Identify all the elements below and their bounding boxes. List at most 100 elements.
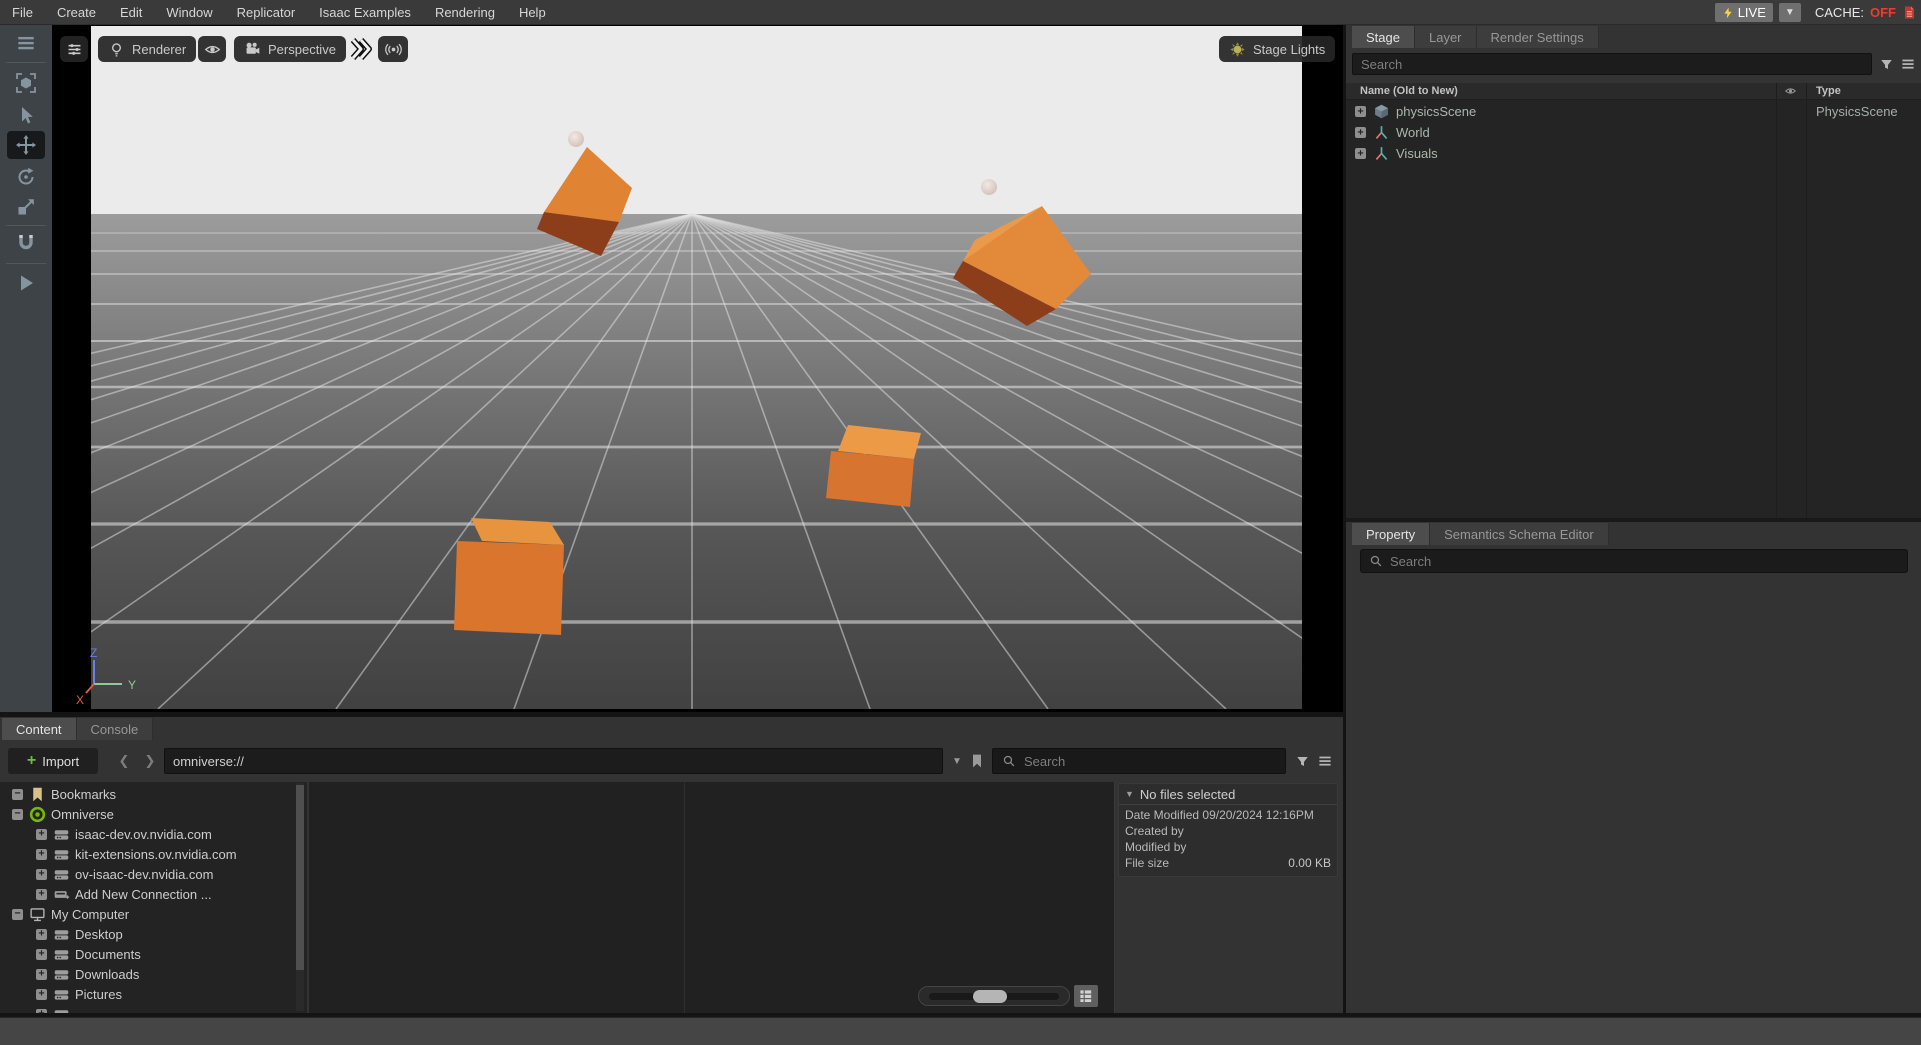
expand-icon[interactable] xyxy=(1355,106,1366,117)
bookmark-path-icon[interactable] xyxy=(969,752,985,770)
content-search-input[interactable] xyxy=(1024,751,1276,771)
computer-icon xyxy=(29,906,46,923)
menu-window[interactable]: Window xyxy=(154,0,224,25)
stage-lights-button[interactable]: Stage Lights xyxy=(1219,36,1335,62)
magnifier-icon xyxy=(1369,554,1383,568)
live-dropdown-button[interactable]: ▼ xyxy=(1779,3,1801,22)
viewport-settings-button[interactable] xyxy=(60,36,88,62)
tree-item-desktop[interactable]: Desktop xyxy=(36,924,123,944)
stage-row-visuals[interactable]: Visuals xyxy=(1346,143,1921,164)
selection-details: ▼ No files selected Date Modified 09/20/… xyxy=(1118,783,1338,877)
menu-isaac-examples[interactable]: Isaac Examples xyxy=(307,0,423,25)
select-tool[interactable] xyxy=(7,101,45,129)
expand-icon[interactable] xyxy=(36,929,47,940)
tree-scrollbar[interactable] xyxy=(296,783,304,1011)
grid-view-button[interactable] xyxy=(1074,985,1098,1007)
thumbnail-size-slider[interactable] xyxy=(918,986,1070,1006)
expand-icon[interactable] xyxy=(1355,148,1366,159)
stage-row-physicsscene[interactable]: physicsScene PhysicsScene xyxy=(1346,101,1921,122)
renderer-button[interactable]: Renderer xyxy=(98,36,196,62)
stage-search-input[interactable] xyxy=(1352,53,1872,75)
tab-semantics-schema-editor[interactable]: Semantics Schema Editor xyxy=(1430,523,1609,545)
tree-item-partial[interactable] xyxy=(36,1004,75,1013)
tree-item-add-new-connection[interactable]: Add New Connection ... xyxy=(36,884,212,904)
details-header[interactable]: ▼ No files selected xyxy=(1119,784,1337,805)
live-sync-button[interactable]: LIVE xyxy=(1715,3,1773,22)
rotate-tool[interactable] xyxy=(7,163,45,191)
forward-button[interactable]: ❯ xyxy=(140,748,160,774)
slider-handle[interactable] xyxy=(973,990,1007,1003)
expand-icon[interactable] xyxy=(36,889,47,900)
main-menu-button[interactable] xyxy=(7,29,45,57)
expand-icon[interactable] xyxy=(36,969,47,980)
tree-item-bookmarks[interactable]: Bookmarks xyxy=(12,784,116,804)
menu-create[interactable]: Create xyxy=(45,0,108,25)
collapse-icon[interactable] xyxy=(12,809,23,820)
content-search[interactable] xyxy=(992,748,1286,774)
folder-tree: Bookmarks Omniverse isaac-dev.ov.nvidia.… xyxy=(0,782,307,1013)
frame-cube-icon xyxy=(15,72,37,94)
tab-console[interactable]: Console xyxy=(77,718,154,740)
viewport[interactable]: Renderer Perspective Stage Lights Z Y X xyxy=(52,25,1343,712)
expand-icon[interactable] xyxy=(36,869,47,880)
content-options-button[interactable] xyxy=(1315,752,1335,770)
expand-icon[interactable] xyxy=(36,949,47,960)
xform-prim-icon xyxy=(1373,124,1390,141)
tree-item-ov-isaac-dev[interactable]: ov-isaac-dev.nvidia.com xyxy=(36,864,213,884)
property-search[interactable] xyxy=(1360,549,1908,573)
details-created-by: Created by xyxy=(1119,823,1337,839)
column-type[interactable]: Type xyxy=(1816,85,1841,97)
axis-y-label: Y xyxy=(128,678,136,692)
cache-document-icon[interactable] xyxy=(1902,4,1917,21)
tab-render-settings[interactable]: Render Settings xyxy=(1477,26,1599,48)
tree-item-documents[interactable]: Documents xyxy=(36,944,141,964)
import-button[interactable]: + Import xyxy=(8,748,98,774)
play-button[interactable] xyxy=(7,269,45,297)
visibility-button[interactable] xyxy=(198,36,226,62)
property-search-input[interactable] xyxy=(1390,551,1899,571)
expand-icon[interactable] xyxy=(36,849,47,860)
menu-file[interactable]: File xyxy=(0,0,45,25)
snap-tool[interactable] xyxy=(7,229,45,257)
file-grid-area[interactable] xyxy=(309,782,1114,1013)
scale-tool[interactable] xyxy=(7,193,45,221)
menu-edit[interactable]: Edit xyxy=(108,0,154,25)
expand-toolbar-button[interactable] xyxy=(350,36,372,62)
tree-item-isaac-dev[interactable]: isaac-dev.ov.nvidia.com xyxy=(36,824,212,844)
stage-row-world[interactable]: World xyxy=(1346,122,1921,143)
collapse-icon[interactable] xyxy=(12,909,23,920)
visibility-column-icon[interactable] xyxy=(1783,85,1798,97)
back-button[interactable]: ❮ xyxy=(114,748,134,774)
tree-item-pictures[interactable]: Pictures xyxy=(36,984,122,1004)
menu-replicator[interactable]: Replicator xyxy=(225,0,308,25)
tab-layer[interactable]: Layer xyxy=(1415,26,1477,48)
tree-item-omniverse[interactable]: Omniverse xyxy=(12,804,114,824)
cube-prim-icon xyxy=(1373,103,1390,120)
expand-icon[interactable] xyxy=(1355,127,1366,138)
collapse-icon[interactable] xyxy=(12,789,23,800)
content-filter-button[interactable] xyxy=(1292,752,1312,770)
stage-options-button[interactable] xyxy=(1898,55,1918,73)
column-name[interactable]: Name (Old to New) xyxy=(1360,85,1458,97)
expand-icon[interactable] xyxy=(36,989,47,1000)
server-icon xyxy=(53,826,70,843)
path-dropdown-button[interactable]: ▼ xyxy=(948,752,966,770)
path-input[interactable] xyxy=(164,748,943,774)
camera-button[interactable]: Perspective xyxy=(234,36,346,62)
tab-content[interactable]: Content xyxy=(2,718,77,740)
tree-item-my-computer[interactable]: My Computer xyxy=(12,904,129,924)
tree-item-downloads[interactable]: Downloads xyxy=(36,964,139,984)
menu-help[interactable]: Help xyxy=(507,0,558,25)
expand-icon[interactable] xyxy=(36,1009,47,1014)
frame-selection-tool[interactable] xyxy=(7,69,45,97)
move-tool[interactable] xyxy=(7,131,45,159)
stage-filter-button[interactable] xyxy=(1876,55,1896,73)
expand-icon[interactable] xyxy=(36,829,47,840)
capture-button[interactable] xyxy=(378,36,408,62)
tab-property[interactable]: Property xyxy=(1352,523,1430,545)
tree-item-kit-extensions[interactable]: kit-extensions.ov.nvidia.com xyxy=(36,844,237,864)
cursor-icon xyxy=(15,104,37,126)
menu-rendering[interactable]: Rendering xyxy=(423,0,507,25)
scrollbar-thumb[interactable] xyxy=(296,785,304,970)
tab-stage[interactable]: Stage xyxy=(1352,26,1415,48)
